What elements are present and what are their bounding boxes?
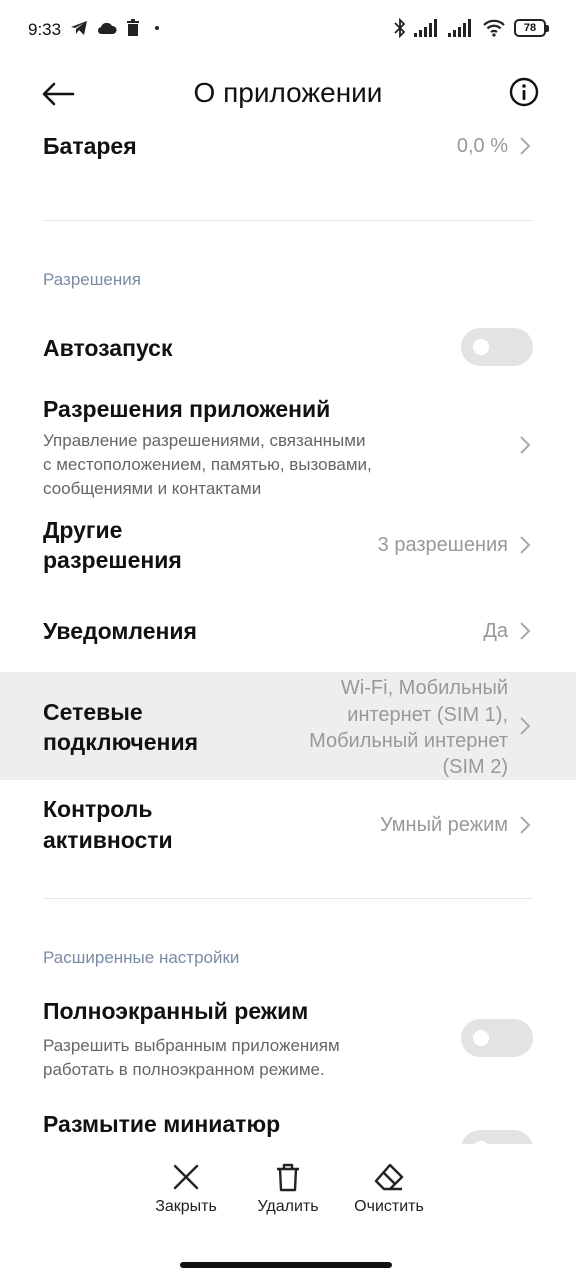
info-button[interactable] (508, 76, 540, 108)
advanced-section-title: Расширенные настройки (43, 948, 240, 967)
fullscreen-toggle[interactable] (461, 1019, 533, 1057)
bottom-action-bar: Закрыть Удалить Очистить (0, 1162, 576, 1242)
app-header: О приложении (0, 62, 576, 128)
blur-thumbnails-title: Размытие миниатюр (43, 1111, 281, 1137)
network-title-1: Сетевые (43, 699, 143, 725)
divider (43, 898, 533, 899)
activity-control-value: Умный режим (379, 814, 508, 836)
chevron-right-icon (520, 816, 531, 834)
app-permissions-title: Разрешения приложений (43, 396, 331, 422)
other-permissions-value: 3 разрешения (377, 534, 508, 556)
network-value-1: Wi-Fi, Мобильный (340, 677, 508, 699)
network-title-2: подключения (43, 729, 199, 755)
info-icon (509, 77, 539, 107)
close-button[interactable]: Закрыть (131, 1162, 241, 1216)
cloud-icon (97, 22, 117, 34)
clear-button[interactable]: Очистить (334, 1162, 444, 1216)
eraser-icon (374, 1163, 404, 1191)
battery-title: Батарея (43, 133, 137, 159)
chevron-right-icon (520, 622, 531, 640)
chevron-right-icon (520, 717, 531, 735)
chevron-right-icon (520, 436, 531, 454)
autostart-row[interactable]: Автозапуск (0, 326, 576, 370)
divider (43, 220, 533, 221)
delete-label: Удалить (257, 1198, 319, 1215)
fullscreen-title: Полноэкранный режим (43, 998, 309, 1024)
fullscreen-row[interactable]: Полноэкранный режим Разрешить выбранным … (0, 996, 576, 1082)
notifications-value: Да (483, 620, 508, 642)
home-indicator[interactable] (180, 1262, 392, 1268)
app-permissions-desc-3: сообщениями и контактами (43, 479, 262, 498)
other-permissions-title-2: разрешения (43, 547, 182, 573)
status-bar: 9:33 78 (0, 0, 576, 62)
blur-thumbnails-toggle[interactable] (461, 1130, 533, 1144)
close-label: Закрыть (155, 1198, 217, 1215)
notifications-title: Уведомления (43, 618, 197, 644)
app-permissions-row[interactable]: Разрешения приложений Управление разреше… (0, 392, 576, 502)
trash-icon (277, 1163, 299, 1192)
fullscreen-desc-1: Разрешить выбранным приложениям (43, 1036, 340, 1055)
clear-label: Очистить (354, 1198, 424, 1215)
battery-level: 78 (523, 22, 537, 34)
app-permissions-desc-1: Управление разрешениями, связанными (43, 431, 366, 450)
signal-icon (414, 19, 437, 37)
toggle-knob (473, 1030, 489, 1046)
status-left-icons (70, 19, 165, 36)
battery-icon: 78 (514, 19, 549, 37)
app-permissions-desc-2: с местоположением, памятью, вызовами, (43, 455, 372, 474)
other-permissions-title-1: Другие (43, 517, 123, 543)
activity-control-row[interactable]: Контроль активности Умный режим (0, 794, 576, 858)
signal-icon-2 (448, 19, 471, 37)
status-time: 9:33 (28, 20, 62, 39)
notifications-row[interactable]: Уведомления Да (0, 612, 576, 652)
battery-row[interactable]: Батарея 0,0 % (0, 128, 576, 174)
other-permissions-row[interactable]: Другие разрешения 3 разрешения (0, 514, 576, 580)
network-value-2: интернет (SIM 1), (347, 704, 508, 726)
wifi-icon (483, 19, 505, 37)
toggle-knob (473, 1141, 489, 1144)
blur-thumbnails-row[interactable]: Размытие миниатюр (0, 1108, 576, 1144)
permissions-section-title: Разрешения (43, 270, 141, 289)
activity-control-title-1: Контроль (43, 796, 153, 822)
status-right-icons: 78 (394, 18, 549, 38)
chevron-right-icon (520, 137, 531, 155)
chevron-right-icon (520, 536, 531, 554)
autostart-toggle[interactable] (461, 328, 533, 366)
dot-icon (155, 25, 159, 30)
fullscreen-desc-2: работать в полноэкранном режиме. (43, 1060, 325, 1079)
delete-button[interactable]: Удалить (233, 1162, 343, 1216)
autostart-title: Автозапуск (43, 335, 173, 361)
page-title: О приложении (193, 77, 383, 108)
telegram-icon (71, 20, 87, 35)
network-value-3: Мобильный интернет (309, 730, 508, 752)
toggle-knob (473, 339, 489, 355)
battery-value: 0,0 % (456, 135, 508, 157)
network-value-4: (SIM 2) (442, 756, 508, 778)
bluetooth-icon (394, 18, 406, 38)
close-icon (173, 1164, 199, 1190)
network-row[interactable]: Сетевые подключения Wi-Fi, Мобильный инт… (0, 672, 576, 780)
activity-control-title-2: активности (43, 827, 173, 853)
trash-icon (127, 19, 139, 36)
